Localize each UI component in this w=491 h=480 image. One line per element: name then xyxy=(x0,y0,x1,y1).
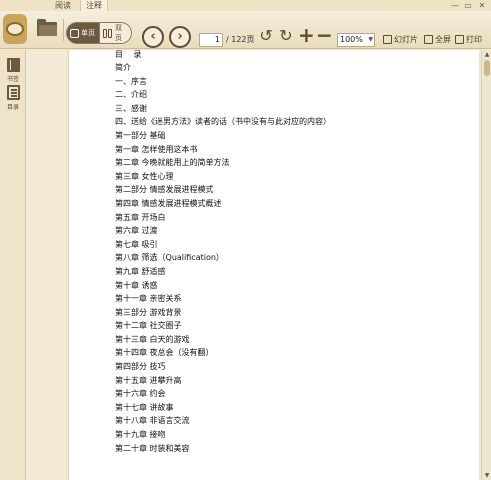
print-icon xyxy=(455,34,464,44)
toc-entry: 第五章 开场白 xyxy=(115,212,166,222)
toc-entry: 第九章 舒适感 xyxy=(115,266,166,276)
minimize-button[interactable]: — xyxy=(449,0,461,11)
single-page-icon xyxy=(70,28,79,38)
fullscreen-icon xyxy=(424,34,433,44)
sidebar-item-bookmarks[interactable]: 书签 xyxy=(2,58,24,83)
single-page-label: 单页 xyxy=(81,29,95,37)
print-label: 打印 xyxy=(466,34,482,44)
toc-entry: 第十六章 约会 xyxy=(115,389,166,399)
prev-page-button[interactable]: ‹ xyxy=(142,26,164,48)
toc-entry: 第二部分 情感发展进程模式 xyxy=(115,185,214,195)
open-folder-icon[interactable] xyxy=(37,19,57,36)
toc-entry: 第十五章 进攀升高 xyxy=(115,375,182,385)
toc-entry: 四、送给《迷男方法》读者的话（书中没有与此对应的内容） xyxy=(115,117,331,127)
toc-entry: 二、介绍 xyxy=(115,90,147,100)
double-page-button[interactable]: 双页 xyxy=(100,22,132,44)
sidebar-item-label: 书签 xyxy=(6,76,19,83)
slideshow-icon xyxy=(383,34,392,44)
print-button[interactable]: 打印 xyxy=(455,32,482,46)
page-number-input[interactable]: 1 xyxy=(199,33,223,47)
page-mode-group: 单页 双页 xyxy=(66,22,132,44)
sidebar-item-toc[interactable]: 目录 xyxy=(2,85,24,111)
toc-entry: 第十四章 夜总会（没有翻） xyxy=(115,348,214,358)
toc-entry: 简介 xyxy=(115,63,131,72)
tab-strip: 阅读 注释 — ▭ ✕ xyxy=(0,0,491,11)
app-logo xyxy=(3,14,27,44)
document-page: 目 录 简介一、序言二、介绍三、感谢四、送给《迷男方法》读者的话（书中没有与此对… xyxy=(68,50,479,480)
toc-icon xyxy=(6,85,20,100)
zoom-in-button[interactable]: + xyxy=(298,25,315,45)
maximize-button[interactable]: ▭ xyxy=(462,0,474,11)
vertical-scrollbar[interactable]: ▲ ▼ xyxy=(481,50,491,480)
toc-entry: 第一部分 基础 xyxy=(115,130,166,140)
rotate-right-icon[interactable]: ↻ xyxy=(277,27,295,45)
fullscreen-label: 全屏 xyxy=(435,34,451,44)
toc-entry: 第十八章 非语言交流 xyxy=(115,416,190,426)
toc-entry: 第一章 怎样使用这本书 xyxy=(115,144,198,154)
toc-entry: 第十章 诱惑 xyxy=(115,280,158,290)
toc-entry: 第三部分 游戏背景 xyxy=(115,307,182,317)
tab-notes[interactable]: 注释 xyxy=(80,0,108,11)
page-total: / 122页 xyxy=(226,35,255,44)
scroll-down-icon[interactable]: ▼ xyxy=(482,471,491,480)
toc-entry: 第十一章 亲密关系 xyxy=(115,294,182,304)
zoom-level: 100% xyxy=(340,35,363,44)
next-page-button[interactable]: › xyxy=(169,26,191,48)
fullscreen-button[interactable]: 全屏 xyxy=(424,32,451,46)
toc-entry: 第七章 吸引 xyxy=(115,239,158,249)
toolbar: 单页 双页 ‹ › 1 / 122页 ↺ ↻ + − 100% ▼ 幻灯片 全屏… xyxy=(0,11,491,49)
toc-entry: 第二章 今晚就能用上的简单方法 xyxy=(115,158,230,168)
slideshow-button[interactable]: 幻灯片 xyxy=(383,32,418,46)
toc-entry: 第三章 女性心理 xyxy=(115,171,174,181)
zoom-select[interactable]: 100% ▼ xyxy=(337,33,375,47)
toc-list: 目 录 简介一、序言二、介绍三、感谢四、送给《迷男方法》读者的话（书中没有与此对… xyxy=(115,50,331,455)
toc-entry: 第十九章 接吻 xyxy=(115,430,166,440)
toc-entry: 第六章 过渡 xyxy=(115,226,158,236)
scroll-up-icon[interactable]: ▲ xyxy=(482,50,491,59)
chevron-down-icon: ▼ xyxy=(368,36,373,43)
toc-entry: 第四部分 技巧 xyxy=(115,362,166,372)
bookmark-icon xyxy=(6,58,20,72)
tab-reading[interactable]: 阅读 xyxy=(50,0,76,11)
document-area: 目 录 简介一、序言二、介绍三、感谢四、送给《迷男方法》读者的话（书中没有与此对… xyxy=(27,50,481,480)
rotate-left-icon[interactable]: ↺ xyxy=(257,27,275,45)
double-page-icon xyxy=(103,28,113,38)
sidebar-item-label: 目录 xyxy=(6,104,19,111)
scrollbar-thumb[interactable] xyxy=(484,60,490,76)
toc-entry: 第八章 筛选（Qualification） xyxy=(115,253,224,263)
toc-entry: 三、感谢 xyxy=(115,103,147,113)
close-button[interactable]: ✕ xyxy=(476,0,488,11)
toc-entry: 第十二章 社交圈子 xyxy=(115,321,182,331)
toc-entry: 第十三章 白天的游戏 xyxy=(115,334,190,344)
slideshow-label: 幻灯片 xyxy=(394,34,418,44)
single-page-button[interactable]: 单页 xyxy=(66,22,100,44)
zoom-out-button[interactable]: − xyxy=(316,25,333,45)
toc-entry: 一、序言 xyxy=(115,76,147,86)
toolbar-divider xyxy=(63,19,64,41)
toc-title: 目 录 xyxy=(115,50,146,59)
toc-entry: 第十七章 讲故事 xyxy=(115,402,174,412)
toc-entry: 第二十章 时装和美容 xyxy=(115,443,190,453)
double-page-label: 双页 xyxy=(115,24,122,42)
sidebar: 书签 目录 xyxy=(0,50,26,480)
toc-entry: 第四章 情感发展进程模式概述 xyxy=(115,198,222,208)
